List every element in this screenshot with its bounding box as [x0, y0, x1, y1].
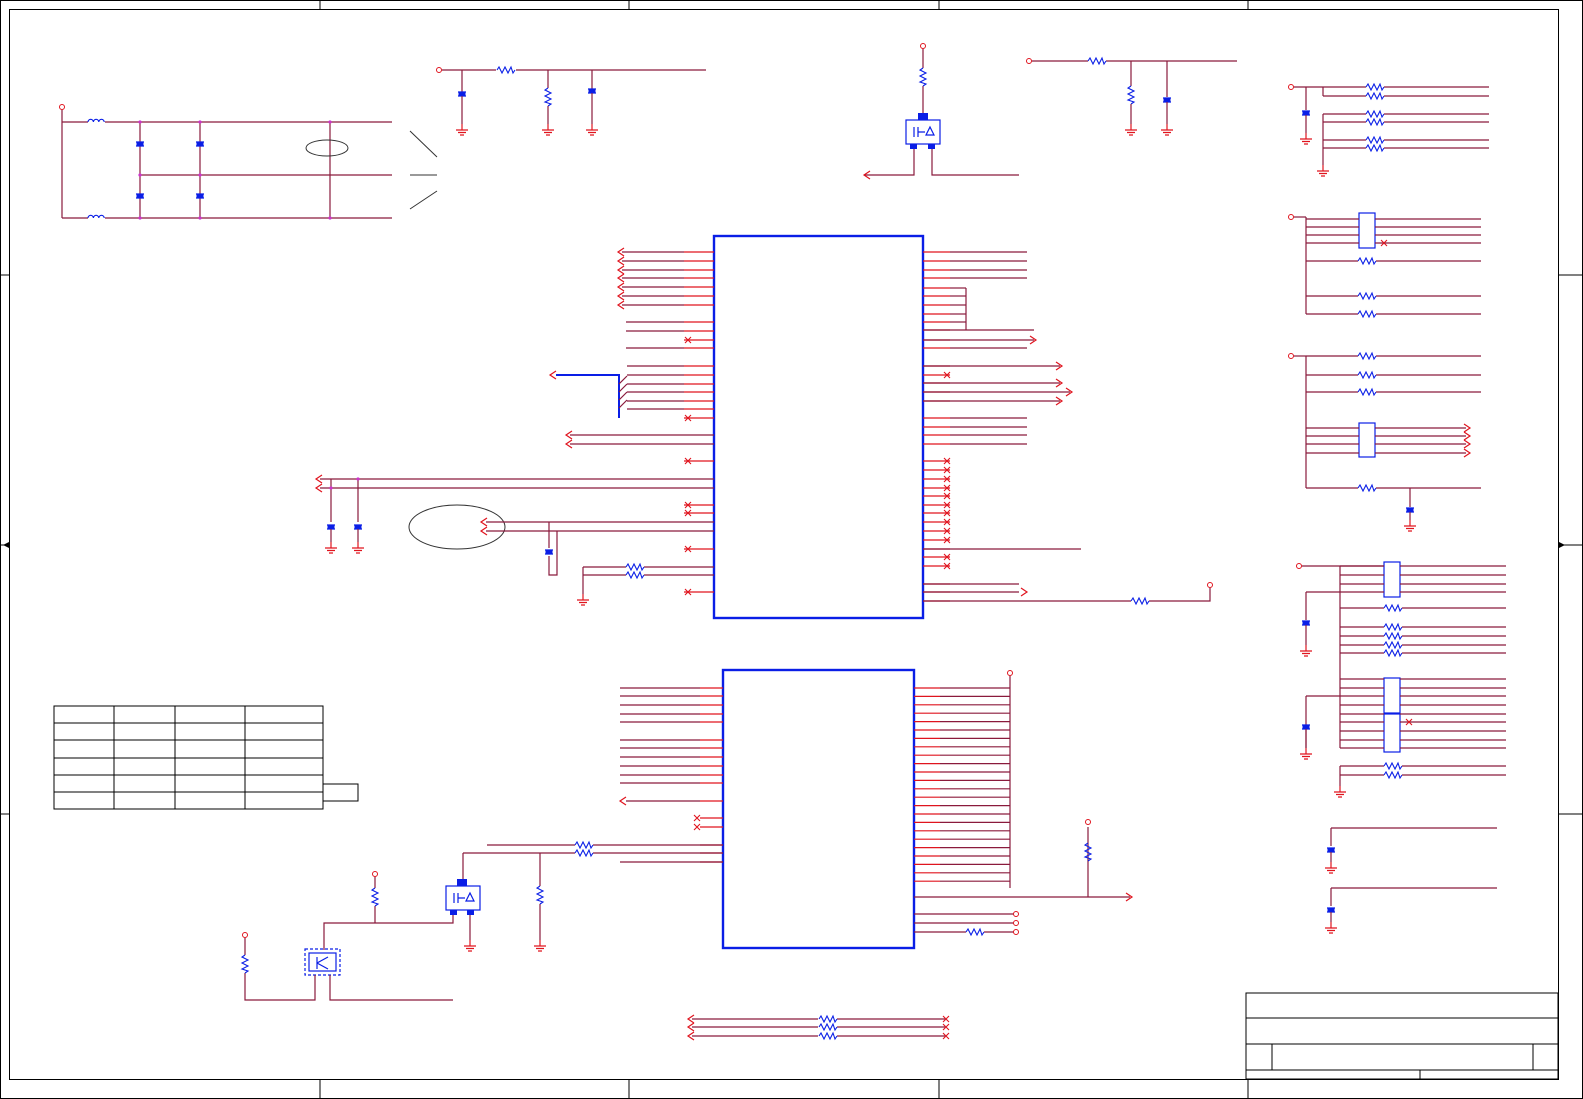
config-table	[53, 705, 359, 810]
supply-rail-top	[436, 66, 706, 136]
main-ic-lower	[619, 668, 1010, 950]
bottom-right-caps	[1324, 827, 1497, 934]
bottom-series-resistors	[687, 1014, 950, 1041]
ic2-left-nets	[241, 841, 723, 1001]
schematic-sheet	[0, 0, 1583, 1099]
title-block	[1245, 992, 1559, 1080]
supply-rail-right	[1026, 57, 1237, 136]
right-resistor-networks	[1288, 83, 1506, 798]
input-filter-network	[59, 104, 438, 220]
left-signal-caps	[315, 430, 714, 606]
ic2-right-bus	[914, 670, 1133, 936]
bus-left	[549, 370, 628, 418]
ic1-right-nets	[923, 288, 1213, 605]
sheet-frame	[0, 0, 1583, 1099]
mosfet-top	[863, 43, 1019, 180]
